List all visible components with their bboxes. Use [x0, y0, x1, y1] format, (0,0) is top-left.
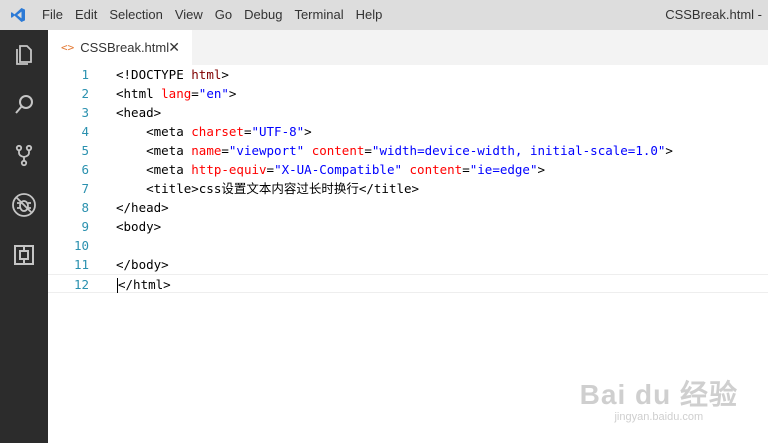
- code-token: http-equiv: [191, 162, 267, 177]
- tab-cssbreak-html[interactable]: <> CSSBreak.html ✕: [48, 30, 192, 65]
- menu-help[interactable]: Help: [350, 0, 389, 30]
- code-text: </html>: [116, 275, 171, 294]
- menu-edit[interactable]: Edit: [69, 0, 103, 30]
- code-token: <meta: [116, 124, 192, 139]
- code-token: >: [665, 143, 673, 158]
- menu-file[interactable]: File: [36, 0, 69, 30]
- code-token: </head>: [116, 200, 169, 215]
- line-number: 10: [73, 238, 89, 253]
- code-token: =: [191, 86, 199, 101]
- vscode-logo-icon: [0, 0, 36, 30]
- code-token: "width=device-width, initial-scale=1.0": [371, 143, 666, 158]
- extensions-icon[interactable]: [0, 230, 48, 280]
- debug-icon[interactable]: [0, 180, 48, 230]
- code-token: <title>css设置文本内容过长时换行</title>: [116, 181, 420, 196]
- code-token: "X-UA-Compatible": [274, 162, 402, 177]
- title-bar: File Edit Selection View Go Debug Terminal Help…: [0, 0, 768, 30]
- code-line: 9 <body>: [48, 217, 768, 236]
- code-token: =: [221, 143, 229, 158]
- code-token: <meta: [116, 162, 192, 177]
- code-text: <title>css设置文本内容过长时换行</title>: [116, 179, 419, 198]
- activity-bar: [0, 30, 48, 443]
- code-token: =: [462, 162, 470, 177]
- line-number: 6: [81, 162, 89, 177]
- search-icon[interactable]: [0, 80, 48, 130]
- line-number: 1: [81, 67, 89, 82]
- code-token: "UTF-8": [251, 124, 305, 139]
- code-token: lang: [161, 86, 192, 101]
- code-line: 2 <html lang="en">: [48, 84, 768, 103]
- code-token: >: [228, 86, 237, 101]
- line-number: 7: [81, 181, 89, 196]
- code-token: charset: [191, 124, 244, 139]
- code-token: html: [191, 67, 222, 82]
- window-title: CSSBreak.html -: [665, 7, 762, 22]
- code-text: <body>: [116, 217, 161, 236]
- close-icon[interactable]: ✕: [168, 39, 180, 56]
- line-number: 4: [81, 124, 89, 139]
- line-number: 8: [81, 200, 89, 215]
- code-line: 8 </head>: [48, 198, 768, 217]
- code-text: <!DOCTYPE html>: [116, 65, 229, 84]
- code-token: </html>: [118, 277, 171, 292]
- code-token: =: [266, 162, 275, 177]
- source-control-icon[interactable]: [0, 130, 48, 180]
- tab-label: CSSBreak.html: [80, 40, 170, 55]
- code-token: content: [409, 162, 463, 177]
- code-token: >: [221, 67, 229, 82]
- menu-debug[interactable]: Debug: [238, 0, 288, 30]
- code-token: <meta: [116, 143, 192, 158]
- menu-terminal[interactable]: Terminal: [288, 0, 349, 30]
- code-line: 12 </html>: [48, 274, 768, 293]
- code-token: <body>: [116, 219, 162, 234]
- code-line: 4 <meta charset="UTF-8">: [48, 122, 768, 141]
- files-icon[interactable]: [0, 30, 48, 80]
- menu-bar: File Edit Selection View Go Debug Terminal Help: [36, 0, 388, 30]
- code-token: "ie=edge": [469, 162, 538, 177]
- code-token: <!DOCTYPE: [116, 67, 192, 82]
- code-line: 11 </body>: [48, 255, 768, 274]
- code-token: <head>: [116, 105, 162, 120]
- code-text: <html lang="en">: [116, 84, 236, 103]
- code-text: </head>: [116, 198, 169, 217]
- code-token: >: [304, 124, 312, 139]
- code-line: 10: [48, 236, 768, 255]
- code-token: <html: [116, 86, 162, 101]
- code-text: <meta charset="UTF-8">: [116, 122, 312, 141]
- code-token: >: [537, 162, 546, 177]
- tab-bar: <> CSSBreak.html ✕: [48, 30, 768, 65]
- line-number: 5: [81, 143, 89, 158]
- code-line: 6 <meta http-equiv="X-UA-Compatible" con…: [48, 160, 768, 179]
- html-file-icon: <>: [61, 41, 75, 54]
- code-token: "viewport": [228, 143, 305, 158]
- menu-selection[interactable]: Selection: [103, 0, 168, 30]
- code-line: 3 <head>: [48, 103, 768, 122]
- menu-go[interactable]: Go: [209, 0, 238, 30]
- code-token: name: [191, 143, 222, 158]
- code-token: "en": [198, 86, 229, 101]
- code-line: 7 <title>css设置文本内容过长时换行</title>: [48, 179, 768, 198]
- line-number: 9: [81, 219, 89, 234]
- watermark: Bai du 经验 jingyan.baidu.com: [580, 373, 738, 423]
- code-text: <meta name="viewport" content="width=dev…: [116, 141, 673, 160]
- menu-view[interactable]: View: [169, 0, 209, 30]
- watermark-logo: Bai du 经验: [579, 379, 738, 410]
- line-number: 2: [81, 86, 89, 101]
- code-token: content: [311, 143, 365, 158]
- code-text: <meta http-equiv="X-UA-Compatible" conte…: [116, 160, 545, 179]
- line-number: 3: [81, 105, 89, 120]
- code-line: 5 <meta name="viewport" content="width=d…: [48, 141, 768, 160]
- line-number: 11: [73, 257, 89, 272]
- code-token: =: [364, 143, 372, 158]
- code-line: 1 <!DOCTYPE html>: [48, 65, 768, 84]
- code-token: </body>: [116, 257, 169, 272]
- code-text: <head>: [116, 103, 161, 122]
- code-text: </body>: [116, 255, 169, 274]
- line-number: 12: [73, 277, 89, 292]
